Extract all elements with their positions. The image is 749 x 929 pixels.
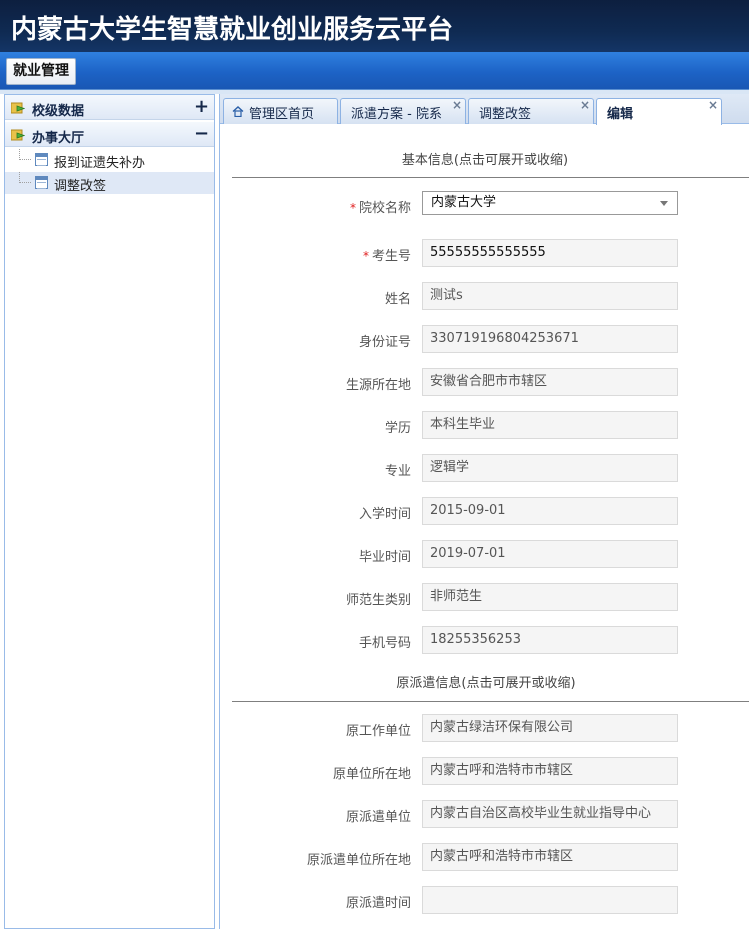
major-input[interactable]: 逻辑学 xyxy=(422,454,678,482)
home-icon xyxy=(232,106,244,117)
tab-admin-home[interactable]: 管理区首页 xyxy=(223,98,338,124)
sidebar-item-adjust-resign[interactable]: 调整改签 xyxy=(5,172,214,194)
folder-arrow-icon xyxy=(11,129,25,141)
original-employer-location-label: 原单位所在地 xyxy=(332,767,411,782)
original-dispatch-location-label: 原派遣单位所在地 xyxy=(306,853,411,868)
phone-label: 手机号码 xyxy=(358,636,411,651)
tab-dispatch-plan[interactable]: 派遣方案 - 院系 × xyxy=(340,98,466,124)
original-employer-location-input[interactable]: 内蒙古呼和浩特市市辖区 xyxy=(422,757,678,785)
enroll-date-label: 入学时间 xyxy=(358,507,411,522)
original-dispatch-time-label: 原派遣时间 xyxy=(345,896,411,911)
original-dispatch-unit-input[interactable]: 内蒙古自治区高校毕业生就业指导中心 xyxy=(422,800,678,828)
school-label: * 院校名称 xyxy=(349,201,411,216)
tree-line xyxy=(19,172,31,183)
major-label: 专业 xyxy=(384,464,411,479)
section-original-dispatch-toggle[interactable]: 原派遣信息(点击可展开或收缩) xyxy=(220,672,749,691)
original-employer-label: 原工作单位 xyxy=(345,724,411,739)
tab-label: 派遣方案 - 院系 xyxy=(351,107,442,122)
origin-label: 生源所在地 xyxy=(345,378,411,393)
name-label: 姓名 xyxy=(384,292,411,307)
exam-no-input[interactable]: 55555555555555 xyxy=(422,239,678,267)
normal-type-input[interactable]: 非师范生 xyxy=(422,583,678,611)
folder-arrow-icon xyxy=(11,102,25,114)
normal-type-label: 师范生类别 xyxy=(345,593,411,608)
sidebar-section-service-hall[interactable]: 办事大厅 − xyxy=(5,122,214,147)
sidebar-section-label: 校级数据 xyxy=(32,104,85,119)
menu-bar: 就业管理 xyxy=(0,52,749,90)
original-dispatch-time-input[interactable] xyxy=(422,886,678,914)
school-select[interactable]: 内蒙古大学 xyxy=(422,191,678,215)
tab-adjust-resign[interactable]: 调整改签 × xyxy=(468,98,594,124)
graduate-date-label: 毕业时间 xyxy=(358,550,411,565)
tab-edit[interactable]: 编辑 × xyxy=(596,98,722,125)
expand-icon[interactable]: + xyxy=(194,96,209,117)
tab-label: 管理区首页 xyxy=(249,107,315,122)
id-no-input[interactable]: 330719196804253671 xyxy=(422,325,678,353)
menu-employment-management[interactable]: 就业管理 xyxy=(6,58,76,85)
enroll-date-input[interactable]: 2015-09-01 xyxy=(422,497,678,525)
edit-form: 基本信息(点击可展开或收缩) * 院校名称 内蒙古大学 * 考生号 55555555… xyxy=(220,125,749,929)
section-divider xyxy=(232,701,749,702)
name-input[interactable]: 测试s xyxy=(422,282,678,310)
tab-label: 编辑 xyxy=(607,107,634,122)
collapse-icon[interactable]: − xyxy=(194,123,209,144)
chevron-down-icon xyxy=(660,201,668,206)
origin-input[interactable]: 安徽省合肥市市辖区 xyxy=(422,368,678,396)
degree-label: 学历 xyxy=(384,421,411,436)
close-icon[interactable]: × xyxy=(452,98,462,112)
sidebar-section-school-data[interactable]: 校级数据 + xyxy=(5,95,214,120)
app-header: 内蒙古大学生智慧就业创业服务云平台 xyxy=(0,0,749,52)
grid-icon xyxy=(35,176,48,189)
main-panel: 管理区首页 派遣方案 - 院系 × 调整改签 × 编辑 × 基本信息(点击可展开… xyxy=(219,94,749,929)
sidebar-item-label: 报到证遗失补办 xyxy=(54,156,146,171)
tab-strip: 管理区首页 派遣方案 - 院系 × 调整改签 × 编辑 × xyxy=(220,94,749,125)
degree-input[interactable]: 本科生毕业 xyxy=(422,411,678,439)
sidebar-section-label: 办事大厅 xyxy=(32,131,85,146)
original-employer-input[interactable]: 内蒙古绿洁环保有限公司 xyxy=(422,714,678,742)
sidebar: 校级数据 + 办事大厅 − 报到证遗失补办 调整改签 xyxy=(4,94,215,929)
graduate-date-input[interactable]: 2019-07-01 xyxy=(422,540,678,568)
section-divider xyxy=(232,177,749,178)
close-icon[interactable]: × xyxy=(580,98,590,112)
section-basic-info-toggle[interactable]: 基本信息(点击可展开或收缩) xyxy=(220,149,749,168)
sidebar-item-certificate-reissue[interactable]: 报到证遗失补办 xyxy=(5,149,214,171)
original-dispatch-unit-label: 原派遣单位 xyxy=(345,810,411,825)
exam-no-label: * 考生号 xyxy=(362,249,411,264)
phone-input[interactable]: 18255356253 xyxy=(422,626,678,654)
grid-icon xyxy=(35,153,48,166)
app-title: 内蒙古大学生智慧就业创业服务云平台 xyxy=(11,15,454,45)
close-icon[interactable]: × xyxy=(708,98,718,112)
sidebar-item-label: 调整改签 xyxy=(54,179,107,194)
tab-label: 调整改签 xyxy=(479,107,532,122)
original-dispatch-location-input[interactable]: 内蒙古呼和浩特市市辖区 xyxy=(422,843,678,871)
id-no-label: 身份证号 xyxy=(358,335,411,350)
school-select-value: 内蒙古大学 xyxy=(431,195,497,210)
tree-line xyxy=(19,149,31,160)
